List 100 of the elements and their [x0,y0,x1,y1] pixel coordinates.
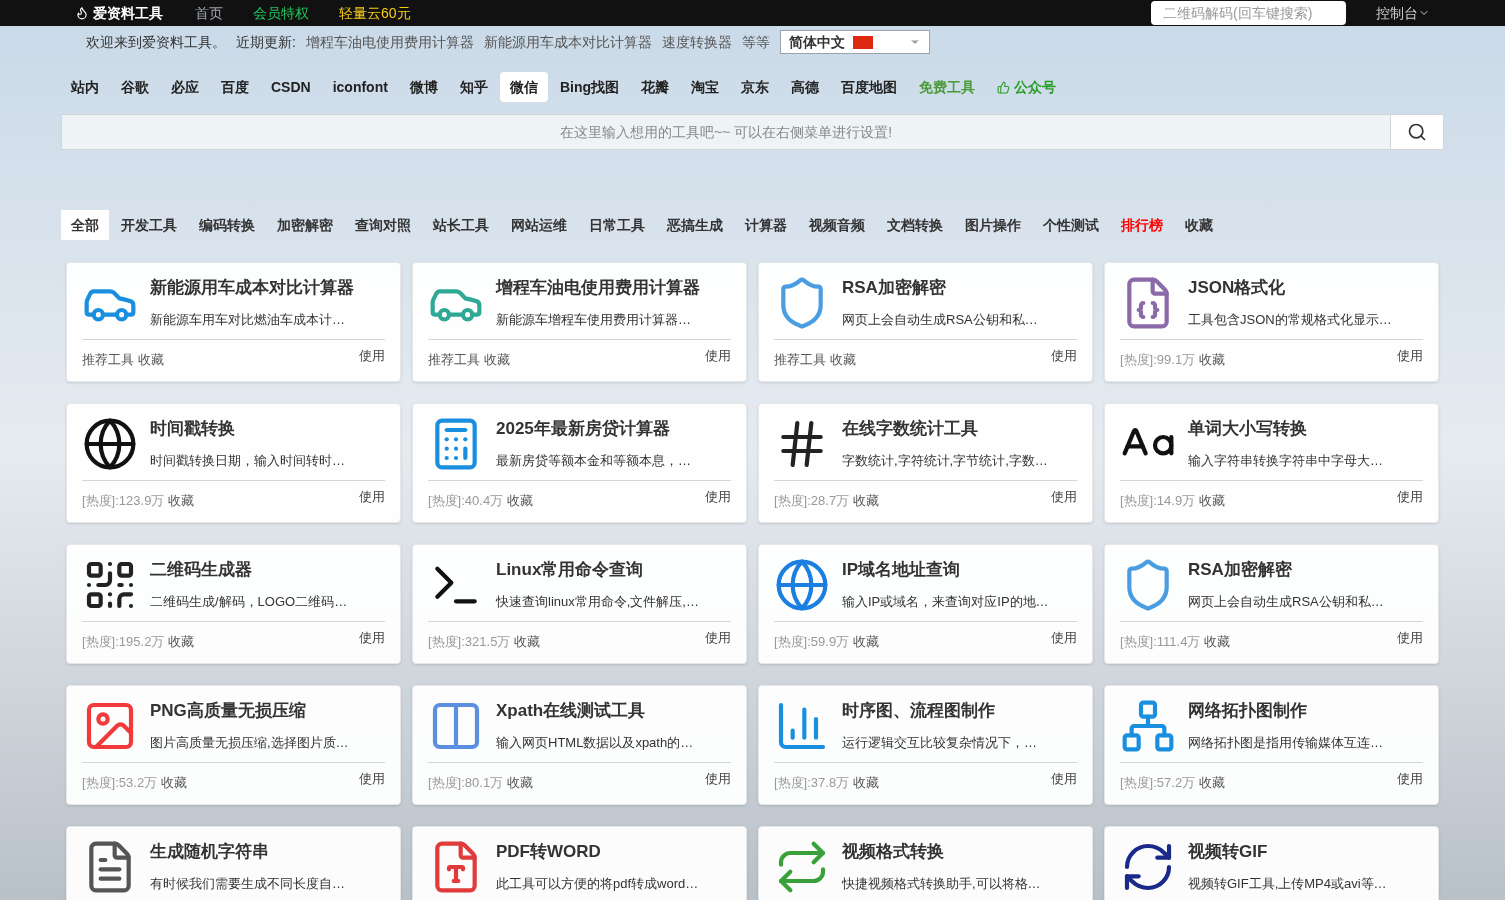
engine-tab[interactable]: 京东 [731,72,779,102]
category-tab[interactable]: 网站运维 [501,210,577,240]
engine-tab[interactable]: iconfont [322,72,398,102]
logo-text[interactable]: 爱资料工具 [93,2,163,24]
use-link[interactable]: 使用 [1397,346,1423,366]
engine-tab[interactable]: 百度 [211,72,259,102]
category-tab[interactable]: 收藏 [1175,210,1223,240]
engine-tab[interactable]: 微博 [399,72,448,102]
tool-title: 视频转GIF [1188,841,1269,863]
tool-card[interactable]: 在线字数统计工具 字数统计,字符统计,字节统计,字数… [热度]:28.7万 收藏 使用 [758,403,1093,523]
use-link[interactable]: 使用 [705,346,731,366]
use-link[interactable]: 使用 [1051,769,1077,789]
favorite-link[interactable]: 收藏 [514,632,541,652]
category-tab[interactable]: 恶搞生成 [657,210,733,240]
favorite-link[interactable]: 收藏 [830,350,856,370]
engine-tab[interactable]: 微信 [499,72,548,102]
use-link[interactable]: 使用 [1051,346,1077,366]
favorite-link[interactable]: 收藏 [1199,491,1226,511]
tool-card[interactable]: RSA加密解密 网页上会自动生成RSA公钥和私… [热度]:111.4万 收藏 使用 [1104,544,1439,664]
use-link[interactable]: 使用 [1397,769,1423,789]
use-link[interactable]: 使用 [359,487,385,507]
category-tab[interactable]: 计算器 [735,210,797,240]
favorite-link[interactable]: 收藏 [484,350,510,370]
tool-card[interactable]: 单词大小写转换 输入字符串转换字符串中字母大… [热度]:14.9万 收藏 使用 [1104,403,1439,523]
use-link[interactable]: 使用 [1397,628,1423,648]
nav-link[interactable]: 会员特权 [253,2,309,24]
category-tab[interactable]: 查询对照 [345,210,421,240]
tool-card[interactable]: IP域名地址查询 输入IP或域名，来查询对应IP的地… [热度]:59.9万 收藏 使用 [758,544,1093,664]
engine-tab[interactable]: CSDN [261,72,321,102]
tool-search-field[interactable]: 在这里输入想用的工具吧~~ 可以在右侧菜单进行设置! [62,115,1391,149]
tool-description: 输入字符串转换字符串中字母大… [1188,451,1383,470]
category-tab[interactable]: 编码转换 [189,210,265,240]
tool-title: 新能源用车成本对比计算器 [150,277,354,299]
category-tab[interactable]: 图片操作 [955,210,1031,240]
use-link[interactable]: 使用 [705,628,731,648]
tool-description: 有时候我们需要生成不同长度自… [150,874,345,893]
tool-card[interactable]: 新能源用车成本对比计算器 新能源车用车对比燃油车成本计… 推荐工具 收藏 使用 [66,262,401,382]
category-tab[interactable]: 全部 [61,210,109,240]
category-tab[interactable]: 开发工具 [111,210,187,240]
engine-tab[interactable]: 高德 [781,72,829,102]
tool-card[interactable]: 时间戳转换 时间戳转换日期，输入时间转时… [热度]:123.9万 收藏 使用 [66,403,401,523]
favorite-link[interactable]: 收藏 [168,491,195,511]
engine-tab[interactable]: 站内 [61,72,109,102]
tool-card[interactable]: JSON格式化 工具包含JSON的常规格式化显示… [热度]:99.1万 收藏 使用 [1104,262,1439,382]
favorite-link[interactable]: 收藏 [507,491,534,511]
engine-tab[interactable]: 知乎 [449,72,498,102]
tool-card[interactable]: 增程车油电使用费用计算器 新能源车增程车使用费用计算器… 推荐工具 收藏 使用 [412,262,747,382]
engine-tab[interactable]: 谷歌 [111,72,159,102]
favorite-link[interactable]: 收藏 [507,773,534,793]
update-link[interactable]: 增程车油电使用费用计算器 [305,31,474,53]
use-link[interactable]: 使用 [1051,487,1077,507]
category-tab[interactable]: 站长工具 [423,210,499,240]
favorite-link[interactable]: 收藏 [853,491,880,511]
tool-card[interactable]: 视频格式转换 快捷视频格式转换助手,可以将格… [758,826,1093,900]
tool-card[interactable]: RSA加密解密 网页上会自动生成RSA公钥和私… 推荐工具 收藏 使用 [758,262,1093,382]
tool-description: 输入网页HTML数据以及xpath的… [496,733,694,752]
tool-card[interactable]: PNG高质量无损压缩 图片高质量无损压缩,选择图片质… [热度]:53.2万 收藏 使用 [66,685,401,805]
tool-card[interactable]: PDF转WORD 此工具可以方便的将pdf转成word… [412,826,747,900]
tool-title: Xpath在线测试工具 [496,700,647,722]
update-link[interactable]: 新能源用车成本对比计算器 [483,31,652,53]
category-tab[interactable]: 个性测试 [1033,210,1109,240]
console-menu[interactable]: 控制台 [1376,2,1430,24]
tool-card[interactable]: 时序图、流程图制作 运行逻辑交互比较复杂情况下，… [热度]:37.8万 收藏 使用 [758,685,1093,805]
use-link[interactable]: 使用 [1397,487,1423,507]
favorite-link[interactable]: 收藏 [168,632,195,652]
tool-title: 生成随机字符串 [150,841,270,863]
tool-card[interactable]: 网络拓扑图制作 网络拓扑图是指用传输媒体互连… [热度]:57.2万 收藏 使用 [1104,685,1439,805]
favorite-link[interactable]: 收藏 [1199,350,1226,370]
category-tab[interactable]: 视频音频 [799,210,875,240]
category-tab[interactable]: 加密解密 [267,210,343,240]
search-field[interactable]: 二维码解码(回车键搜索) [1151,1,1346,25]
tool-card[interactable]: 视频转GIF 视频转GIF工具,上传MP4或avi等… [1104,826,1439,900]
favorite-link[interactable]: 收藏 [1204,632,1231,652]
category-tab[interactable]: 日常工具 [579,210,655,240]
use-link[interactable]: 使用 [359,346,385,366]
engine-tab[interactable]: 必应 [161,72,209,102]
favorite-link[interactable]: 收藏 [853,632,880,652]
language-select[interactable]: 简体中文 [779,30,930,54]
use-link[interactable]: 使用 [705,487,731,507]
engine-tab[interactable]: 百度地图 [831,72,907,102]
nav-link[interactable]: 首页 [195,2,223,24]
favorite-link[interactable]: 收藏 [853,773,880,793]
tool-card[interactable]: Linux常用命令查询 快速查询linux常用命令,文件解压,… [热度]:321.5万 收藏 使用 [412,544,747,664]
favorite-link[interactable]: 收藏 [1199,773,1226,793]
nav-link[interactable]: 轻量云60元 [339,2,411,24]
tool-card[interactable]: 2025年最新房贷计算器 最新房贷等额本金和等额本息，… [热度]:40.4万 收藏 使用 [412,403,747,523]
engine-tab[interactable]: Bing找图 [549,72,629,102]
category-tab[interactable]: 文档转换 [877,210,953,240]
update-link[interactable]: 速度转换器 [661,31,732,53]
engine-tab[interactable]: 花瓣 [631,72,679,102]
use-link[interactable]: 使用 [1051,628,1077,648]
engine-tab[interactable]: 淘宝 [681,72,729,102]
favorite-link[interactable]: 收藏 [138,350,164,370]
use-link[interactable]: 使用 [359,769,385,789]
tool-card[interactable]: Xpath在线测试工具 输入网页HTML数据以及xpath的… [热度]:80.1万 收藏 使用 [412,685,747,805]
use-link[interactable]: 使用 [705,769,731,789]
use-link[interactable]: 使用 [359,628,385,648]
tool-card[interactable]: 生成随机字符串 有时候我们需要生成不同长度自… [66,826,401,900]
tool-card[interactable]: 二维码生成器 二维码生成/解码，LOGO二维码… [热度]:195.2万 收藏 使用 [66,544,401,664]
favorite-link[interactable]: 收藏 [161,773,188,793]
